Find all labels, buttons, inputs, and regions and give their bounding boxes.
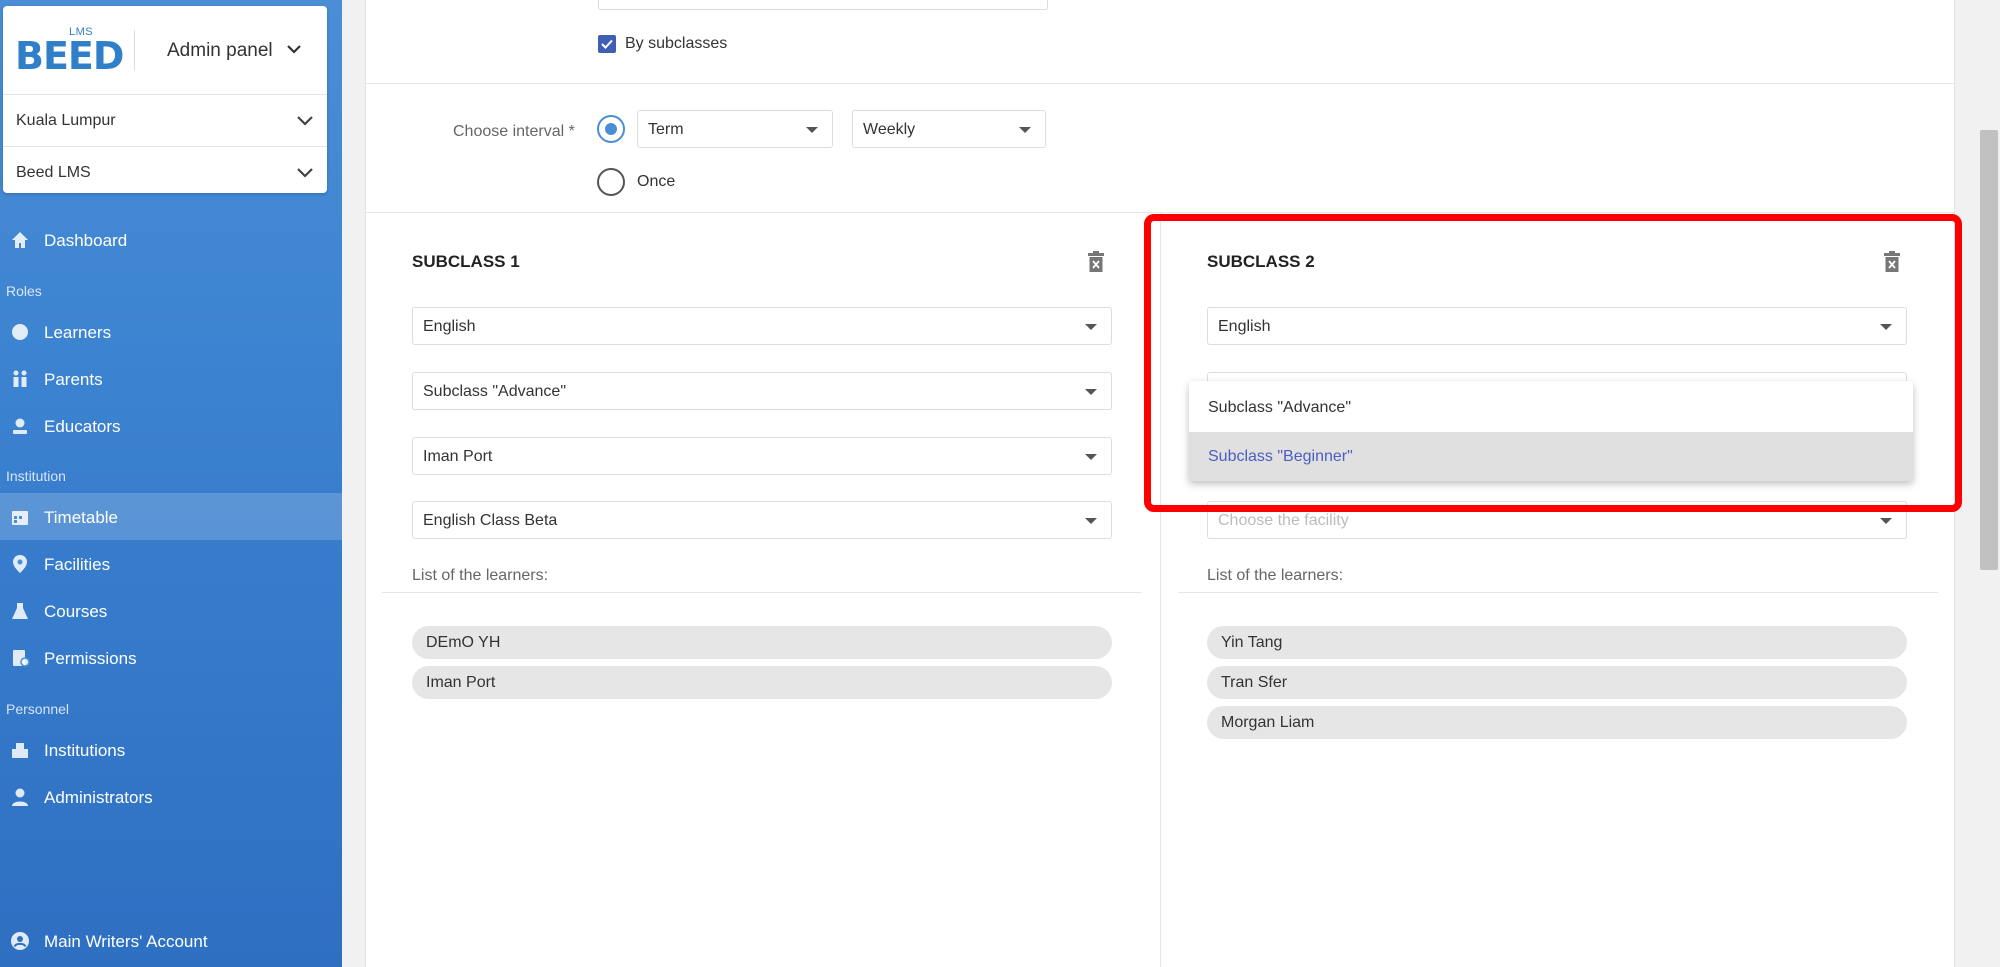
learner-name: Iman Port bbox=[426, 674, 496, 691]
subclass1-title: SUBCLASS 1 bbox=[412, 252, 520, 271]
caret-down-icon bbox=[1085, 454, 1097, 460]
chevron-down-icon bbox=[297, 116, 313, 126]
delete-subclass1-icon[interactable] bbox=[1087, 251, 1105, 273]
nav-label: Facilities bbox=[44, 555, 111, 574]
parents-icon bbox=[13, 370, 27, 387]
select-placeholder: Choose the facility bbox=[1218, 512, 1349, 529]
subclass1-language-select[interactable]: English bbox=[412, 307, 1112, 345]
nav-administrators[interactable]: Administrators bbox=[0, 773, 342, 820]
calendar-icon bbox=[12, 511, 28, 525]
top-input-field[interactable] bbox=[598, 0, 1048, 10]
subclass2-learners-label: List of the learners: bbox=[1207, 567, 1344, 584]
location-pin-icon bbox=[13, 555, 27, 573]
caret-down-icon bbox=[1880, 518, 1892, 524]
by-subclasses-checkbox[interactable] bbox=[598, 35, 616, 53]
highlight-annotation bbox=[1144, 214, 1962, 512]
nav-label: Institutions bbox=[44, 741, 126, 760]
account-circle-icon bbox=[11, 932, 29, 950]
institution-selector[interactable]: Beed LMS bbox=[3, 146, 327, 198]
subclass1-subclass-select[interactable]: Subclass "Advance" bbox=[412, 372, 1112, 410]
learner-chip[interactable]: DEmO YH bbox=[412, 626, 1112, 659]
interval-radio-once[interactable] bbox=[597, 168, 625, 196]
nav-section-personnel: Personnel bbox=[6, 701, 70, 717]
term-select-value: Term bbox=[648, 121, 684, 138]
home-icon bbox=[12, 232, 28, 248]
nav-label: Timetable bbox=[44, 508, 119, 527]
caret-down-icon bbox=[1019, 127, 1031, 133]
permissions-icon bbox=[13, 650, 30, 667]
nav-section-roles: Roles bbox=[6, 283, 42, 299]
scrollbar-thumb[interactable] bbox=[1980, 130, 1998, 570]
select-value: Subclass "Advance" bbox=[423, 383, 566, 400]
city-selector[interactable]: Kuala Lumpur bbox=[3, 94, 327, 146]
org-switcher-card: LMS BEED Admin panel Kuala Lumpur Beed L… bbox=[3, 6, 327, 193]
sidebar: LMS BEED Admin panel Kuala Lumpur Beed L… bbox=[0, 0, 342, 967]
once-label: Once bbox=[637, 173, 676, 190]
learner-icon bbox=[12, 324, 28, 340]
admin-icon bbox=[12, 788, 28, 806]
nav-account[interactable]: Main Writers' Account bbox=[0, 917, 342, 964]
nav-courses[interactable]: Courses bbox=[0, 587, 342, 634]
flask-icon bbox=[12, 603, 28, 619]
caret-down-icon bbox=[806, 127, 818, 133]
brand-divider bbox=[134, 30, 135, 70]
nav-label: Administrators bbox=[44, 788, 153, 807]
divider bbox=[365, 83, 1955, 84]
checkmark-icon bbox=[601, 39, 613, 49]
divider bbox=[1178, 592, 1938, 593]
caret-down-icon bbox=[1085, 389, 1097, 395]
city-selector-value: Kuala Lumpur bbox=[16, 112, 116, 129]
frequency-select-value: Weekly bbox=[863, 121, 916, 138]
learner-name: DEmO YH bbox=[426, 634, 501, 651]
interval-label: Choose interval * bbox=[453, 123, 575, 140]
institution-selector-value: Beed LMS bbox=[16, 164, 91, 181]
nav-label: Courses bbox=[44, 602, 108, 621]
caret-down-icon bbox=[1085, 518, 1097, 524]
nav-label: Educators bbox=[44, 417, 121, 436]
subclass1-educator-select[interactable]: Iman Port bbox=[412, 437, 1112, 475]
term-select[interactable]: Term bbox=[637, 110, 833, 148]
nav-permissions[interactable]: Permissions bbox=[0, 634, 342, 681]
nav-parents[interactable]: Parents bbox=[0, 355, 342, 402]
select-value: Iman Port bbox=[423, 448, 493, 465]
nav-timetable[interactable]: Timetable bbox=[0, 493, 342, 540]
learner-chip[interactable]: Morgan Liam bbox=[1207, 706, 1907, 739]
divider bbox=[382, 592, 1141, 593]
chevron-down-icon[interactable] bbox=[287, 44, 301, 54]
caret-down-icon bbox=[1085, 324, 1097, 330]
nav-label: Dashboard bbox=[44, 231, 128, 250]
interval-radio-term[interactable] bbox=[597, 115, 625, 143]
nav-section-institution: Institution bbox=[6, 468, 66, 484]
logo: BEED bbox=[15, 34, 124, 78]
chevron-down-icon bbox=[297, 168, 313, 178]
by-subclasses-label: By subclasses bbox=[625, 35, 728, 52]
nav-label: Learners bbox=[44, 323, 112, 342]
learner-chip[interactable]: Iman Port bbox=[412, 666, 1112, 699]
nav-label: Permissions bbox=[44, 649, 137, 668]
learner-name: Yin Tang bbox=[1221, 634, 1283, 651]
brand-row: LMS BEED Admin panel bbox=[3, 6, 327, 86]
nav-institutions[interactable]: Institutions bbox=[0, 726, 342, 773]
nav-learners[interactable]: Learners bbox=[0, 308, 342, 355]
admin-panel-menu[interactable]: Admin panel bbox=[167, 40, 273, 62]
nav-facilities[interactable]: Facilities bbox=[0, 540, 342, 587]
select-value: English bbox=[423, 318, 476, 335]
frequency-select[interactable]: Weekly bbox=[852, 110, 1046, 148]
learner-name: Tran Sfer bbox=[1221, 674, 1288, 691]
subclass1-facility-select[interactable]: English Class Beta bbox=[412, 501, 1112, 539]
building-icon bbox=[12, 743, 28, 758]
nav-educators[interactable]: Educators bbox=[0, 402, 342, 449]
learner-chip[interactable]: Tran Sfer bbox=[1207, 666, 1907, 699]
nav-label: Parents bbox=[44, 370, 103, 389]
educator-icon bbox=[13, 418, 27, 434]
subclass1-learners-label: List of the learners: bbox=[412, 567, 549, 584]
select-value: English Class Beta bbox=[423, 512, 558, 529]
learner-chip[interactable]: Yin Tang bbox=[1207, 626, 1907, 659]
nav-dashboard[interactable]: Dashboard bbox=[0, 216, 342, 263]
learner-name: Morgan Liam bbox=[1221, 714, 1315, 731]
nav-label: Main Writers' Account bbox=[44, 932, 208, 951]
